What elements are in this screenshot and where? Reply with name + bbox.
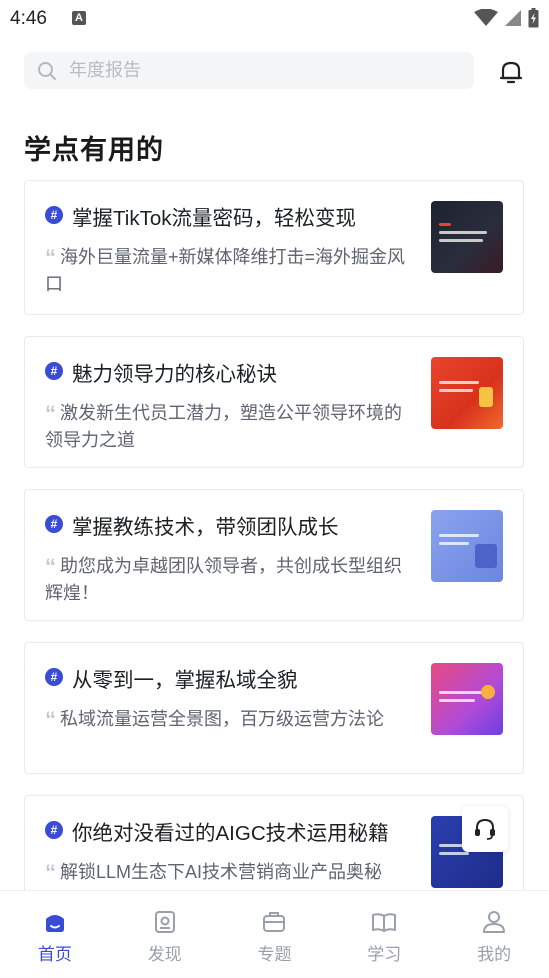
card-description: “海外巨量流量+新媒体降维打击=海外掘金风口 (45, 245, 406, 294)
quote-icon: “ (45, 554, 56, 579)
card-description: “助您成为卓越团队领导者，共创成长型组织辉煌！ (45, 554, 402, 603)
tab-label: 学习 (367, 945, 402, 964)
card-title: 掌握TikTok流量密码，轻松变现 (72, 207, 356, 230)
hashtag-icon: # (45, 515, 63, 533)
search-bar[interactable] (24, 52, 474, 89)
card-title: 你绝对没看过的AIGC技术运用秘籍 (72, 822, 389, 845)
tab-label: 首页 (37, 945, 72, 964)
card-title: 从零到一，掌握私域全貌 (72, 669, 298, 692)
status-bar: 4:46 A (0, 0, 549, 38)
course-card[interactable]: # 从零到一，掌握私域全貌 “私域流量运营全景图，百万级运营方法论 (24, 642, 524, 774)
tab-label: 发现 (147, 945, 182, 964)
card-thumbnail (431, 201, 503, 273)
hashtag-icon: # (45, 821, 63, 839)
system-icons (474, 8, 539, 28)
wifi-icon (474, 9, 498, 26)
course-card[interactable]: # 掌握教练技术，带领团队成长 “助您成为卓越团队领导者，共创成长型组织辉煌！ (24, 489, 524, 621)
course-card[interactable]: # 你绝对没看过的AIGC技术运用秘籍 “解锁LLM生态下AI技术营销商业产品奥… (24, 795, 524, 905)
hashtag-icon: # (45, 206, 63, 224)
tab-topic[interactable]: 专题 (220, 891, 330, 978)
hashtag-icon: # (45, 668, 63, 686)
card-thumbnail (431, 663, 503, 735)
course-card[interactable]: # 掌握TikTok流量密码，轻松变现 “海外巨量流量+新媒体降维打击=海外掘金… (24, 180, 524, 315)
tab-label: 专题 (257, 945, 292, 964)
quote-icon: “ (45, 707, 56, 732)
tab-study[interactable]: 学习 (329, 891, 439, 978)
tab-mine[interactable]: 我的 (439, 891, 549, 978)
section-title: 学点有用的 (24, 135, 164, 165)
bell-icon[interactable] (497, 58, 525, 86)
discover-icon (154, 911, 175, 933)
quote-icon: “ (45, 245, 56, 270)
hashtag-icon: # (45, 362, 63, 380)
card-description: “私域流量运营全景图，百万级运营方法论 (45, 707, 384, 732)
quote-icon: “ (45, 860, 56, 885)
user-icon (483, 911, 506, 933)
tab-discover[interactable]: 发现 (110, 891, 220, 978)
signal-icon (505, 10, 521, 26)
card-title: 掌握教练技术，带领团队成长 (72, 516, 339, 539)
card-thumbnail (431, 510, 503, 582)
headset-icon (475, 818, 495, 840)
card-title: 魅力领导力的核心秘诀 (72, 363, 277, 386)
card-description: “激发新生代员工潜力，塑造公平领导环境的领导力之道 (45, 401, 402, 450)
book-icon (372, 913, 397, 932)
course-card[interactable]: # 魅力领导力的核心秘诀 “激发新生代员工潜力，塑造公平领导环境的领导力之道 (24, 336, 524, 468)
bottom-tab-bar: 首页 发现 专题 学习 我的 (0, 890, 549, 978)
customer-service-button[interactable] (462, 806, 508, 852)
status-time: 4:46 (10, 8, 47, 29)
card-description: “解锁LLM生态下AI技术营销商业产品奥秘 (45, 860, 383, 885)
tab-home[interactable]: 首页 (0, 891, 110, 978)
topic-icon (263, 912, 286, 932)
home-icon (45, 915, 64, 932)
quote-icon: “ (45, 401, 56, 426)
notification-badge: A (72, 11, 86, 25)
card-thumbnail (431, 357, 503, 429)
battery-icon (528, 8, 539, 28)
tab-label: 我的 (477, 945, 512, 964)
search-icon (37, 61, 57, 81)
search-input[interactable] (67, 59, 441, 82)
